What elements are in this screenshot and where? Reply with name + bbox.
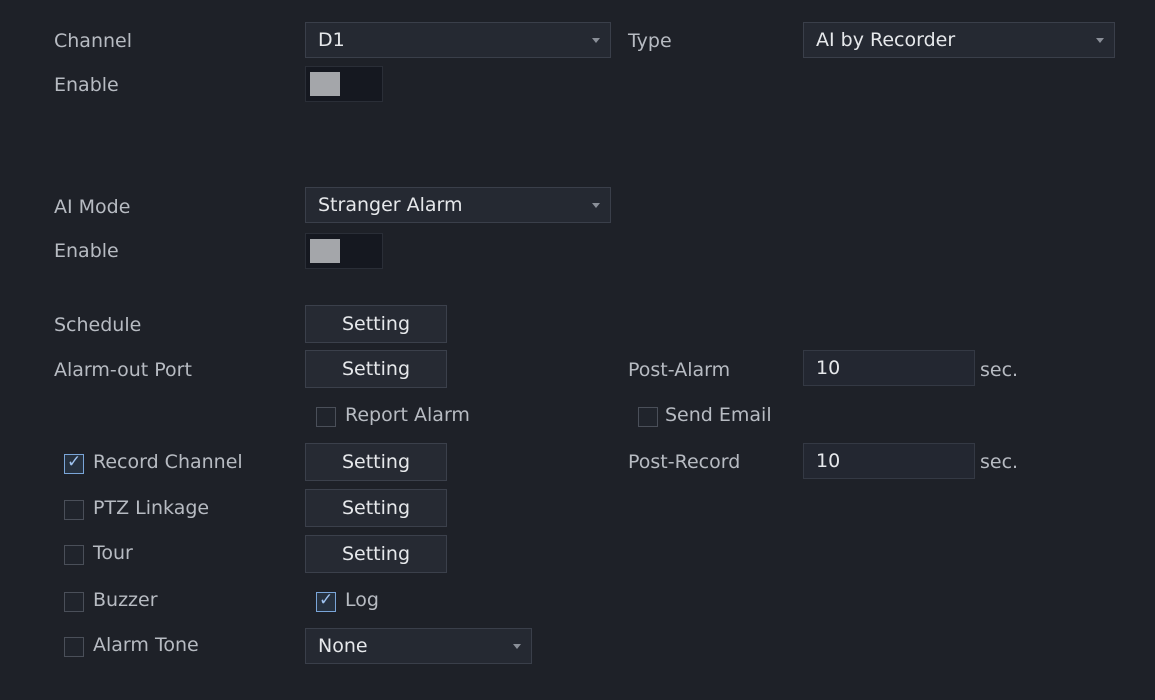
alarm-tone-checkbox[interactable]: [64, 637, 84, 657]
ai-mode-value: Stranger Alarm: [318, 194, 463, 216]
buzzer-checkbox[interactable]: [64, 592, 84, 612]
post-record-input[interactable]: 10: [803, 443, 975, 479]
post-alarm-label: Post-Alarm: [628, 359, 731, 381]
alarm-tone-label: Alarm Tone: [93, 634, 199, 656]
enable-label: Enable: [54, 74, 119, 96]
post-alarm-value: 10: [816, 357, 841, 379]
ai-enable-label: Enable: [54, 240, 119, 262]
type-label: Type: [628, 30, 672, 52]
alarm-tone-value: None: [318, 635, 368, 657]
alarm-out-port-label: Alarm-out Port: [54, 359, 192, 381]
schedule-setting-button[interactable]: Setting: [305, 305, 447, 343]
send-email-label: Send Email: [665, 404, 772, 426]
type-select[interactable]: AI by Recorder: [803, 22, 1115, 58]
log-label: Log: [345, 589, 379, 611]
channel-label: Channel: [54, 30, 133, 52]
report-alarm-label: Report Alarm: [345, 404, 470, 426]
chevron-down-icon: [592, 203, 600, 208]
channel-select[interactable]: D1: [305, 22, 611, 58]
buzzer-label: Buzzer: [93, 589, 158, 611]
toggle-knob: [310, 239, 340, 263]
post-record-unit: sec.: [980, 451, 1019, 473]
enable-toggle[interactable]: [305, 66, 383, 102]
record-channel-label: Record Channel: [93, 451, 243, 473]
chevron-down-icon: [1096, 38, 1104, 43]
tour-checkbox[interactable]: [64, 545, 84, 565]
alarm-out-setting-button[interactable]: Setting: [305, 350, 447, 388]
toggle-knob: [310, 72, 340, 96]
record-channel-setting-button[interactable]: Setting: [305, 443, 447, 481]
ai-enable-toggle[interactable]: [305, 233, 383, 269]
schedule-label: Schedule: [54, 314, 142, 336]
post-alarm-unit: sec.: [980, 359, 1019, 381]
tour-label: Tour: [93, 542, 133, 564]
log-checkbox[interactable]: ✓: [316, 590, 336, 612]
chevron-down-icon: [513, 644, 521, 649]
check-icon: ✓: [67, 452, 82, 472]
ptz-linkage-setting-button[interactable]: Setting: [305, 489, 447, 527]
post-alarm-input[interactable]: 10: [803, 350, 975, 386]
send-email-checkbox[interactable]: [638, 407, 658, 427]
alarm-config-panel: Channel D1 Type AI by Recorder Enable AI…: [0, 0, 1155, 700]
ptz-linkage-checkbox[interactable]: [64, 500, 84, 520]
ai-mode-select[interactable]: Stranger Alarm: [305, 187, 611, 223]
channel-value: D1: [318, 29, 345, 51]
post-record-label: Post-Record: [628, 451, 741, 473]
alarm-tone-select[interactable]: None: [305, 628, 532, 664]
record-channel-checkbox[interactable]: ✓: [64, 452, 84, 474]
ptz-linkage-label: PTZ Linkage: [93, 497, 210, 519]
type-value: AI by Recorder: [816, 29, 956, 51]
tour-setting-button[interactable]: Setting: [305, 535, 447, 573]
ai-mode-label: AI Mode: [54, 196, 131, 218]
post-record-value: 10: [816, 450, 841, 472]
chevron-down-icon: [592, 38, 600, 43]
report-alarm-checkbox[interactable]: [316, 407, 336, 427]
check-icon: ✓: [319, 590, 334, 610]
